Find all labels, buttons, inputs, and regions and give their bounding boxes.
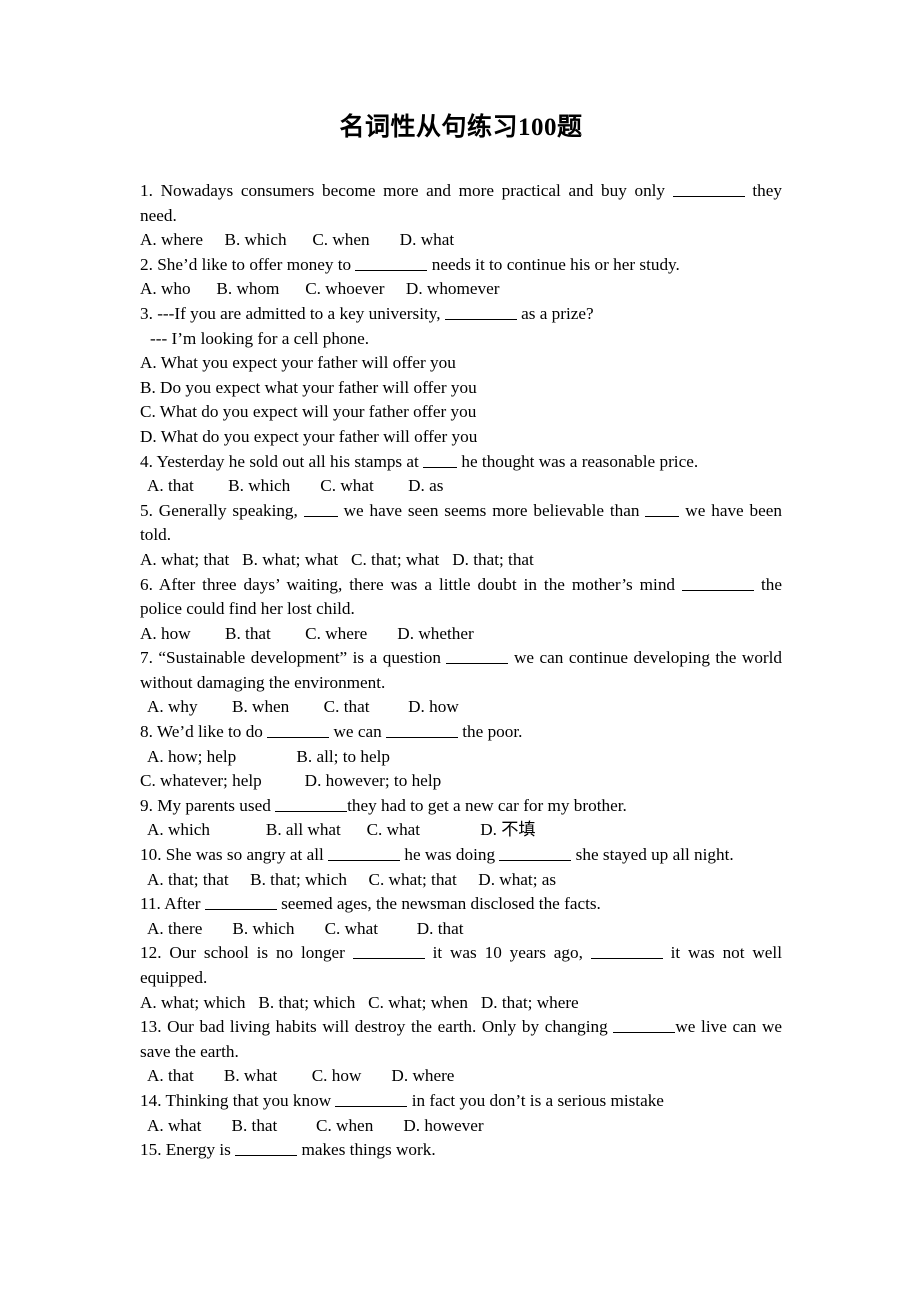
q10-stem-part2: she stayed up all night. [571, 845, 734, 865]
q4-stem-part2: he thought was a reasonable price. [457, 451, 699, 471]
q10-blank-1 [328, 846, 401, 862]
question-14-options: A. what B. that C. when D. however [147, 1115, 484, 1135]
document-content: 名词性从句练习100题 1. Nowadays consumers become… [140, 0, 782, 1163]
question-13-options: A. that B. what C. how D. where [147, 1066, 455, 1086]
q9-blank [275, 797, 348, 812]
question-3-option-d: D. What do you expect your father will o… [140, 426, 478, 446]
q1-stem-part1: 1. Nowadays consumers become more and mo… [140, 181, 673, 200]
question-15-stem: 15. Energy is makes things work. [140, 1138, 782, 1163]
q6-stem-part1: 6. After three days’ waiting, there was … [140, 574, 683, 594]
question-6-options: A. how B. that C. where D. whether [140, 623, 474, 643]
q14-blank [335, 1092, 408, 1107]
page-title: 名词性从句练习100题 [339, 114, 583, 141]
q9-stem-part1: 9. My parents used [140, 795, 276, 815]
question-8-options-row1: A. how; help B. all; to help [147, 746, 390, 766]
q10-stem-mid: he was doing [400, 845, 500, 865]
question-9-stem: 9. My parents used they had to get a new… [140, 794, 782, 819]
question-7-options: A. why B. when C. that D. how [147, 697, 459, 717]
question-list: 1. Nowadays consumers become more and mo… [140, 179, 782, 1163]
q15-stem-part1: 15. Energy is [140, 1140, 236, 1160]
q8-blank-1 [267, 723, 330, 739]
q2-stem-part1: 2. She’d like to offer money to [140, 254, 356, 274]
q13-stem-part1: 13. Our bad living habits will destroy t… [140, 1017, 614, 1037]
q14-stem-part2: in fact you don’t is a serious mistake [407, 1090, 664, 1110]
q5-blank-2 [645, 502, 680, 517]
question-10-options: A. that; that B. that; which C. what; th… [147, 869, 557, 889]
question-13-stem: 13. Our bad living habits will destroy t… [140, 1015, 782, 1064]
question-4-stem: 4. Yesterday he sold out all his stamps … [140, 450, 782, 475]
q2-blank [355, 256, 428, 271]
question-11-options: A. there B. which C. what D. that [147, 918, 464, 938]
q12-blank-2 [590, 944, 663, 960]
question-5-stem: 5. Generally speaking, we have seen seem… [140, 499, 782, 548]
q5-blank-1 [303, 502, 338, 517]
q15-stem-part2: makes things work. [297, 1140, 436, 1160]
q9-stem-part2: they had to get a new car for my brother… [347, 795, 627, 815]
question-11-stem: 11. After seemed ages, the newsman discl… [140, 892, 782, 917]
question-3-option-b: B. Do you expect what your father will o… [140, 377, 477, 397]
q10-blank-2 [499, 846, 572, 862]
q4-stem-part1: 4. Yesterday he sold out all his stamps … [140, 451, 424, 471]
question-10-stem: 10. She was so angry at all he was doing… [140, 843, 782, 868]
q8-stem-mid: we can [329, 722, 386, 742]
q8-blank-2 [385, 723, 458, 739]
q2-stem-part2: needs it to continue his or her study. [427, 254, 680, 274]
question-3-option-a: A. What you expect your father will offe… [140, 353, 456, 373]
q11-blank [204, 895, 277, 911]
q11-stem-part2: seemed ages, the newsman disclosed the f… [276, 894, 601, 914]
question-12-stem: 12. Our school is no longer it was 10 ye… [140, 941, 782, 990]
question-3-option-c: C. What do you expect will your father o… [140, 402, 477, 422]
q8-stem-part2: the poor. [457, 722, 523, 742]
question-7-stem: 7. “Sustainable development” is a questi… [140, 646, 782, 695]
q5-stem-mid: we have seen seems more believable than [337, 500, 646, 520]
q12-stem-mid: it was 10 years ago, [424, 943, 591, 963]
question-9-options: A. which B. all what C. what D. 不填 [147, 820, 536, 840]
q3-stem-part2: as a prize? [516, 303, 594, 323]
q5-stem-part1: 5. Generally speaking, [140, 500, 304, 520]
question-8-options-row2: C. whatever; help D. however; to help [140, 771, 442, 791]
question-1-options: A. where B. which C. when D. what [140, 230, 455, 250]
question-3-dialog: --- I’m looking for a cell phone. [150, 328, 370, 348]
question-3-stem: 3. ---If you are admitted to a key unive… [140, 302, 782, 327]
q3-stem-part1: 3. ---If you are admitted to a key unive… [140, 303, 445, 323]
question-14-stem: 14. Thinking that you know in fact you d… [140, 1089, 782, 1114]
q12-stem-part1: 12. Our school is no longer [140, 943, 353, 963]
question-1-stem: 1. Nowadays consumers become more and mo… [140, 179, 782, 228]
q4-blank [423, 452, 458, 468]
q8-stem-part1: 8. We’d like to do [140, 722, 268, 742]
question-12-options: A. what; which B. that; which C. what; w… [140, 992, 579, 1012]
question-2-stem: 2. She’d like to offer money to needs it… [140, 253, 782, 278]
q15-blank [235, 1141, 298, 1157]
question-8-stem: 8. We’d like to do we can the poor. [140, 720, 782, 745]
question-2-options: A. who B. whom C. whoever D. whomever [140, 279, 500, 299]
q10-stem-part1: 10. She was so angry at all [140, 845, 329, 865]
question-6-stem: 6. After three days’ waiting, there was … [140, 573, 782, 622]
q14-stem-part1: 14. Thinking that you know [140, 1090, 336, 1110]
question-5-options: A. what; that B. what; what C. that; wha… [140, 549, 534, 569]
q6-blank [682, 575, 755, 591]
document-page: 名词性从句练习100题 1. Nowadays consumers become… [0, 0, 920, 1302]
q11-stem-part1: 11. After [140, 894, 205, 914]
q1-blank [672, 182, 745, 197]
q3-blank [444, 305, 517, 320]
q7-stem-part1: 7. “Sustainable development” is a questi… [140, 648, 447, 668]
q12-blank-1 [352, 944, 425, 960]
question-4-options: A. that B. which C. what D. as [147, 476, 444, 496]
q13-blank [613, 1018, 676, 1034]
q7-blank [446, 649, 509, 665]
